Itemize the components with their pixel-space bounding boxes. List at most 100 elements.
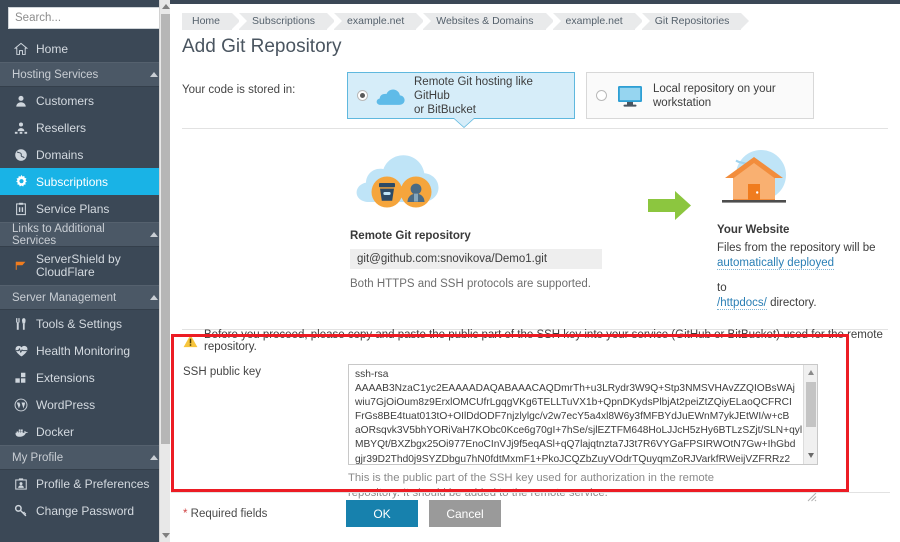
- users-icon: [14, 121, 36, 135]
- storage-option-local[interactable]: Local repository on your workstation: [586, 72, 814, 119]
- plesk-app-window: Home Hosting Services Customers: [0, 0, 900, 542]
- scrollbar-thumb[interactable]: [806, 382, 816, 427]
- cancel-button[interactable]: Cancel: [429, 500, 501, 527]
- ssh-key-label: SSH public key: [183, 366, 261, 378]
- sidebar-group-my-profile[interactable]: My Profile: [0, 445, 170, 470]
- required-fields-text: Required fields: [187, 507, 268, 520]
- sidebar-item-health-monitoring[interactable]: Health Monitoring: [0, 337, 170, 364]
- breadcrumb-item-home[interactable]: Home: [182, 12, 241, 30]
- ssh-key-help-text: This is the public part of the SSH key u…: [348, 471, 748, 500]
- ssh-key-line: gjr39D2Thd0j9SYZDbgu7hN0fdtMxmF1+PkoJCQZ…: [355, 453, 791, 464]
- sidebar-item-profile-preferences[interactable]: Profile & Preferences: [0, 470, 170, 497]
- breadcrumb-item-git-repositories[interactable]: Git Repositories: [641, 12, 750, 30]
- ssh-warning-text: Before you proceed, please copy and past…: [204, 329, 883, 353]
- search-box[interactable]: [8, 7, 170, 29]
- sidebar-group-label: My Profile: [12, 451, 64, 464]
- chevron-up-icon[interactable]: [150, 72, 158, 77]
- sidebar-item-servershield-cloudflare[interactable]: ServerShield by CloudFlare: [0, 247, 170, 285]
- key-icon: [14, 504, 36, 518]
- scroll-up-arrow-icon[interactable]: [808, 370, 814, 375]
- sidebar-item-label: Customers: [36, 93, 95, 108]
- ssh-key-line: ssh-rsa: [355, 369, 389, 380]
- chevron-up-icon[interactable]: [150, 232, 158, 237]
- code-storage-selector: Your code is stored in: Remote Git hosti…: [170, 58, 900, 127]
- sidebar-item-label: Profile & Preferences: [36, 476, 150, 491]
- sidebar-group-hosting-services[interactable]: Hosting Services: [0, 62, 170, 87]
- website-target-dir: to /httpdocs/ directory.: [717, 281, 900, 311]
- deployment-illustration: Remote Git repository git@github.com:sno…: [182, 129, 900, 329]
- textarea-scrollbar[interactable]: [803, 365, 817, 464]
- breadcrumb-item-subscriptions[interactable]: Subscriptions: [239, 12, 336, 30]
- scrollbar-thumb[interactable]: [161, 14, 170, 444]
- home-icon: [14, 42, 36, 56]
- sidebar-item-label: Change Password: [36, 503, 135, 518]
- ssh-key-field: ssh-rsa AAAAB3NzaC1yc2EAAAADAQABAAACAQDm…: [348, 364, 818, 502]
- sidebar-item-docker[interactable]: Docker: [0, 418, 170, 445]
- clipboard-icon: [14, 202, 36, 216]
- sidebar-item-service-plans[interactable]: Service Plans: [0, 195, 170, 222]
- scroll-up-arrow-icon[interactable]: [162, 4, 170, 9]
- resize-grip-icon[interactable]: [807, 489, 817, 502]
- divider-footer: [171, 492, 890, 493]
- storage-option-remote[interactable]: Remote Git hosting like GitHub or BitBuc…: [347, 72, 575, 127]
- sidebar-item-extensions[interactable]: Extensions: [0, 364, 170, 391]
- breadcrumb-item-websites-domains[interactable]: Websites & Domains: [423, 12, 554, 30]
- directory-word: directory.: [766, 297, 817, 309]
- storage-option-cards: Remote Git hosting like GitHub or BitBuc…: [347, 72, 814, 127]
- ssh-key-row: SSH public key ssh-rsa AAAAB3NzaC1yc2EAA…: [170, 352, 900, 502]
- ssh-key-value[interactable]: ssh-rsa AAAAB3NzaC1yc2EAAAADAQABAAACAQDm…: [349, 365, 803, 464]
- ok-button[interactable]: OK: [346, 500, 418, 527]
- sidebar-item-resellers[interactable]: Resellers: [0, 114, 170, 141]
- sidebar-item-label: ServerShield by CloudFlare: [36, 252, 121, 279]
- sidebar-item-home[interactable]: Home: [0, 35, 170, 62]
- warning-triangle-icon: [183, 334, 198, 348]
- sidebar-item-label: Subscriptions: [36, 174, 109, 189]
- sidebar-item-customers[interactable]: Customers: [0, 87, 170, 114]
- radio-local[interactable]: [596, 90, 607, 101]
- sidebar-item-label: Domains: [36, 147, 84, 162]
- ssh-key-textarea[interactable]: ssh-rsa AAAAB3NzaC1yc2EAAAADAQABAAACAQDm…: [348, 364, 818, 465]
- ssh-key-line: FrGs8BE4tuat013tO+OIlDdODF7njzlylgc/v2w7…: [355, 411, 790, 423]
- sidebar-item-subscriptions[interactable]: Subscriptions: [0, 168, 170, 195]
- sidebar: Home Hosting Services Customers: [0, 0, 170, 542]
- sidebar-item-label: Docker: [36, 424, 75, 439]
- ssh-key-line: aORsqvk3V5bhYORiVaH7KObc0Kce6g70gI+7hSe/…: [355, 425, 803, 437]
- sidebar-item-label: Resellers: [36, 120, 87, 135]
- sidebar-group-server-management[interactable]: Server Management: [0, 285, 170, 310]
- httpdocs-link[interactable]: /httpdocs/: [717, 297, 767, 310]
- tools-icon: [14, 317, 36, 331]
- website-to-word: to: [717, 282, 727, 294]
- remote-repo-url[interactable]: git@github.com:snovikova/Demo1.git: [350, 249, 602, 269]
- git-cloud-icon: [350, 147, 620, 224]
- scroll-down-arrow-icon[interactable]: [162, 533, 170, 538]
- sidebar-item-label: Health Monitoring: [36, 343, 131, 358]
- remote-label-line1: Remote Git hosting like GitHub: [414, 75, 533, 102]
- sidebar-item-wordpress[interactable]: WordPress: [0, 391, 170, 418]
- ssh-key-line: AAAAB3NzaC1yc2EAAAADAQABAAACAQDmrTh+u3LR…: [355, 383, 795, 395]
- chevron-up-icon[interactable]: [150, 295, 158, 300]
- sidebar-item-label: Extensions: [36, 370, 95, 385]
- sidebar-item-tools-settings[interactable]: Tools & Settings: [0, 310, 170, 337]
- code-storage-label: Your code is stored in:: [182, 84, 296, 96]
- automatically-deployed-link[interactable]: automatically deployed: [717, 257, 834, 270]
- radio-remote[interactable]: [357, 90, 368, 101]
- sidebar-scrollbar[interactable]: [159, 0, 170, 542]
- sidebar-item-change-password[interactable]: Change Password: [0, 497, 170, 524]
- remote-repo-title: Remote Git repository: [350, 230, 471, 242]
- sidebar-group-label: Hosting Services: [12, 68, 99, 81]
- cloud-icon: [376, 86, 406, 106]
- chevron-up-icon[interactable]: [150, 455, 158, 460]
- ssh-key-line: MBYQt/BXZbgx25Oi977EnoCInVJj9f5eqASl+qQ7…: [355, 439, 796, 451]
- website-desc-line1: Files from the repository will be: [717, 242, 876, 254]
- remote-repo-note: Both HTTPS and SSH protocols are support…: [350, 278, 591, 290]
- search-input[interactable]: [15, 12, 169, 24]
- sidebar-item-domains[interactable]: Domains: [0, 141, 170, 168]
- website-description: Files from the repository will be automa…: [717, 241, 900, 271]
- sidebar-group-links-additional-services[interactable]: Links to Additional Services: [0, 222, 170, 247]
- breadcrumb-item-example-net-2[interactable]: example.net: [552, 12, 643, 30]
- breadcrumb-item-example-net[interactable]: example.net: [334, 12, 425, 30]
- blocks-icon: [14, 371, 36, 385]
- gear-icon: [14, 174, 36, 189]
- sidebar-group-label: Links to Additional Services: [12, 222, 105, 247]
- scroll-down-arrow-icon[interactable]: [808, 453, 814, 458]
